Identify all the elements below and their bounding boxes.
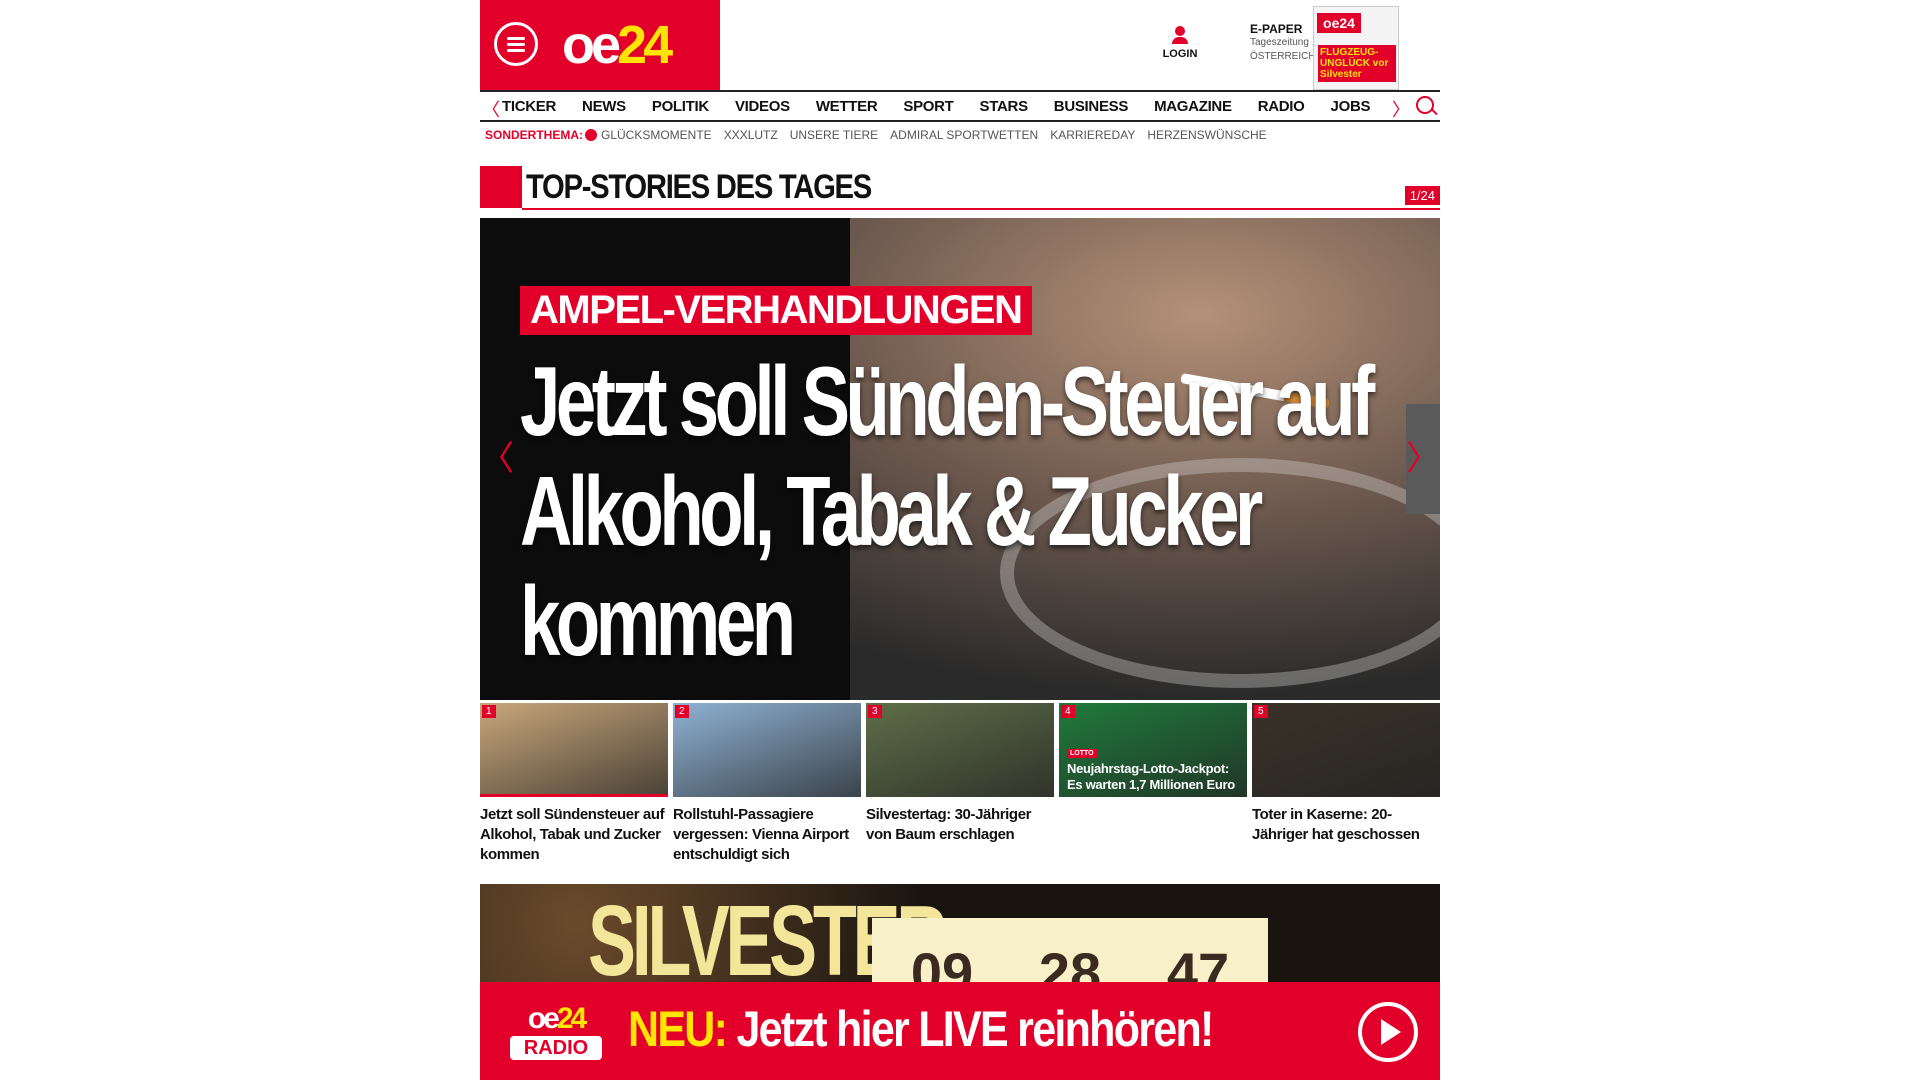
epaper-sub1: Tageszeitung: [1250, 37, 1309, 48]
nav-next-icon[interactable]: 〉: [1392, 96, 1410, 122]
nav-item-magazine[interactable]: MAGAZINE: [1154, 98, 1232, 115]
section-title: TOP-STORIES DES TAGES: [526, 168, 872, 206]
thumb-caption[interactable]: Jetzt soll Sündensteuer auf Alkohol, Tab…: [480, 805, 668, 865]
login-label: LOGIN: [1162, 48, 1198, 60]
thumb-overlay-text: Neujahrstag-Lotto-Jackpot: Es warten 1,7…: [1067, 761, 1235, 792]
epaper-title: E-PAPER: [1250, 22, 1303, 36]
subnav-item[interactable]: GLÜCKSMOMENTE: [601, 128, 712, 142]
page: oe24 LOGIN E-PAPER Tageszeitung ÖSTERREI…: [480, 0, 1440, 1080]
logo-num: 24: [617, 15, 673, 75]
hero-headline[interactable]: Jetzt soll Sünden-Steuer auf Alkohol, Ta…: [520, 346, 1378, 676]
epaper-cover[interactable]: oe24 FLUGZEUG-UNGLÜCK vor Silvester: [1313, 6, 1399, 90]
nav-list: TICKER NEWS POLITIK VIDEOS WETTER SPORT STARS B…: [502, 98, 1396, 115]
thumb-image[interactable]: 4 LOTTO Neujahrstag-Lotto-Jackpot: Es wart…: [1059, 703, 1247, 797]
logo-oe: oe: [562, 15, 621, 75]
subnav-item[interactable]: XXXLUTZ: [724, 128, 778, 142]
nav-item-videos[interactable]: VIDEOS: [735, 98, 790, 115]
play-icon[interactable]: [1358, 1002, 1418, 1062]
hero-prev-icon[interactable]: 〈: [480, 404, 514, 514]
silvester-countdown[interactable]: SILVESTER 09 28 47: [480, 884, 1440, 984]
radio-logo-oe: oe: [527, 1002, 560, 1035]
subnav: SONDERTHEMA: GLÜCKSMOMENTE XXXLUTZ UNSERE …: [485, 128, 1279, 142]
oe24-logo[interactable]: oe24: [562, 14, 673, 76]
thumb-image[interactable]: 5: [1252, 703, 1440, 797]
thumb-number: 1: [482, 705, 496, 718]
radio-logo-num: 24: [556, 1002, 587, 1035]
nav-item-business[interactable]: BUSINESS: [1054, 98, 1129, 115]
countdown-minutes: 28: [1000, 918, 1140, 984]
subnav-item[interactable]: UNSERE TIERE: [790, 128, 878, 142]
thumb-number: 4: [1061, 705, 1075, 718]
epaper-link[interactable]: E-PAPER Tageszeitung ÖSTERREICH: [1250, 22, 1316, 64]
cover-headline: FLUGZEUG-UNGLÜCK vor Silvester: [1318, 45, 1396, 82]
thumb-number: 3: [868, 705, 882, 718]
thumb-image[interactable]: 3: [866, 703, 1054, 797]
subnav-label: SONDERTHEMA:: [485, 128, 583, 142]
thumb-caption[interactable]: Silvestertag: 30-Jähriger von Baum ersch…: [866, 805, 1054, 845]
main-nav: 〈 TICKER NEWS POLITIK VIDEOS WETTER SPORT STAR…: [480, 90, 1440, 122]
story-thumb[interactable]: 4 LOTTO Neujahrstag-Lotto-Jackpot: Es wart…: [1059, 703, 1247, 805]
epaper-sub2: ÖSTERREICH: [1250, 51, 1316, 62]
thumb-caption[interactable]: Toter in Kaserne: 20-Jähriger hat gescho…: [1252, 805, 1440, 845]
radio-neu: NEU:: [628, 1001, 728, 1057]
section-accent: [480, 166, 522, 208]
story-thumbnails: 1 Jetzt soll Sündensteuer auf Alkohol, Ta…: [480, 703, 1440, 863]
logo-area[interactable]: oe24: [480, 0, 720, 90]
user-icon-body: [1172, 37, 1188, 44]
story-thumb[interactable]: 2 Rollstuhl-Passagiere vergessen: Vienna …: [673, 703, 861, 865]
radio-message[interactable]: NEU: Jetzt hier LIVE reinhören!: [628, 1000, 1214, 1058]
nav-item-wetter[interactable]: WETTER: [816, 98, 878, 115]
countdown-seconds: 47: [1128, 918, 1268, 984]
radio-banner[interactable]: oe24 RADIO NEU: Jetzt hier LIVE reinhöre…: [480, 982, 1440, 1080]
nav-item-stars[interactable]: STARS: [980, 98, 1029, 115]
countdown-hours: 09: [872, 918, 1012, 984]
login-button[interactable]: LOGIN: [1160, 26, 1200, 60]
nav-item-jobs[interactable]: JOBS: [1331, 98, 1371, 115]
cover-logo: oe24: [1317, 13, 1361, 33]
nav-prev-icon[interactable]: 〈: [482, 96, 500, 122]
nav-item-radio[interactable]: RADIO: [1258, 98, 1305, 115]
hero-kicker: AMPEL-VERHANDLUNGEN: [520, 286, 1032, 335]
hero-next-icon[interactable]: 〉: [1406, 404, 1440, 514]
slide-counter: 1/24: [1404, 186, 1440, 205]
nav-item-ticker[interactable]: TICKER: [502, 98, 556, 115]
hamburger-menu-icon[interactable]: [494, 22, 538, 66]
story-thumb[interactable]: 5 Toter in Kaserne: 20-Jähriger hat gesch…: [1252, 703, 1440, 845]
story-thumb[interactable]: 1 Jetzt soll Sündensteuer auf Alkohol, Ta…: [480, 703, 668, 865]
thumb-caption[interactable]: Rollstuhl-Passagiere vergessen: Vienna A…: [673, 805, 861, 865]
section-divider: [522, 208, 1440, 210]
special-topic-icon: [585, 129, 597, 141]
user-icon: [1175, 26, 1185, 36]
thumb-number: 5: [1254, 705, 1268, 718]
oe24-radio-logo: oe24 RADIO: [510, 1004, 602, 1060]
subnav-item[interactable]: ADMIRAL SPORTWETTEN: [890, 128, 1038, 142]
radio-logo-text: RADIO: [510, 1036, 602, 1060]
search-icon[interactable]: [1416, 96, 1434, 114]
thumb-number: 2: [675, 705, 689, 718]
active-thumb-indicator: [480, 794, 668, 797]
story-thumb[interactable]: 3 Silvestertag: 30-Jähriger von Baum ersc…: [866, 703, 1054, 845]
top-stories-header: TOP-STORIES DES TAGES 1/24: [480, 166, 1440, 210]
radio-message-text: Jetzt hier LIVE reinhören!: [726, 1001, 1214, 1057]
lotto-tag: LOTTO: [1067, 749, 1097, 758]
hero-slide[interactable]: AMPEL-VERHANDLUNGEN Jetzt soll Sünden-St…: [480, 218, 1440, 700]
nav-item-politik[interactable]: POLITIK: [652, 98, 709, 115]
thumb-image[interactable]: 1: [480, 703, 668, 797]
subnav-item[interactable]: KARRIEREDAY: [1050, 128, 1135, 142]
nav-item-sport[interactable]: SPORT: [903, 98, 953, 115]
thumb-image[interactable]: 2: [673, 703, 861, 797]
nav-item-news[interactable]: NEWS: [582, 98, 626, 115]
subnav-item[interactable]: HERZENSWÜNSCHE: [1147, 128, 1266, 142]
